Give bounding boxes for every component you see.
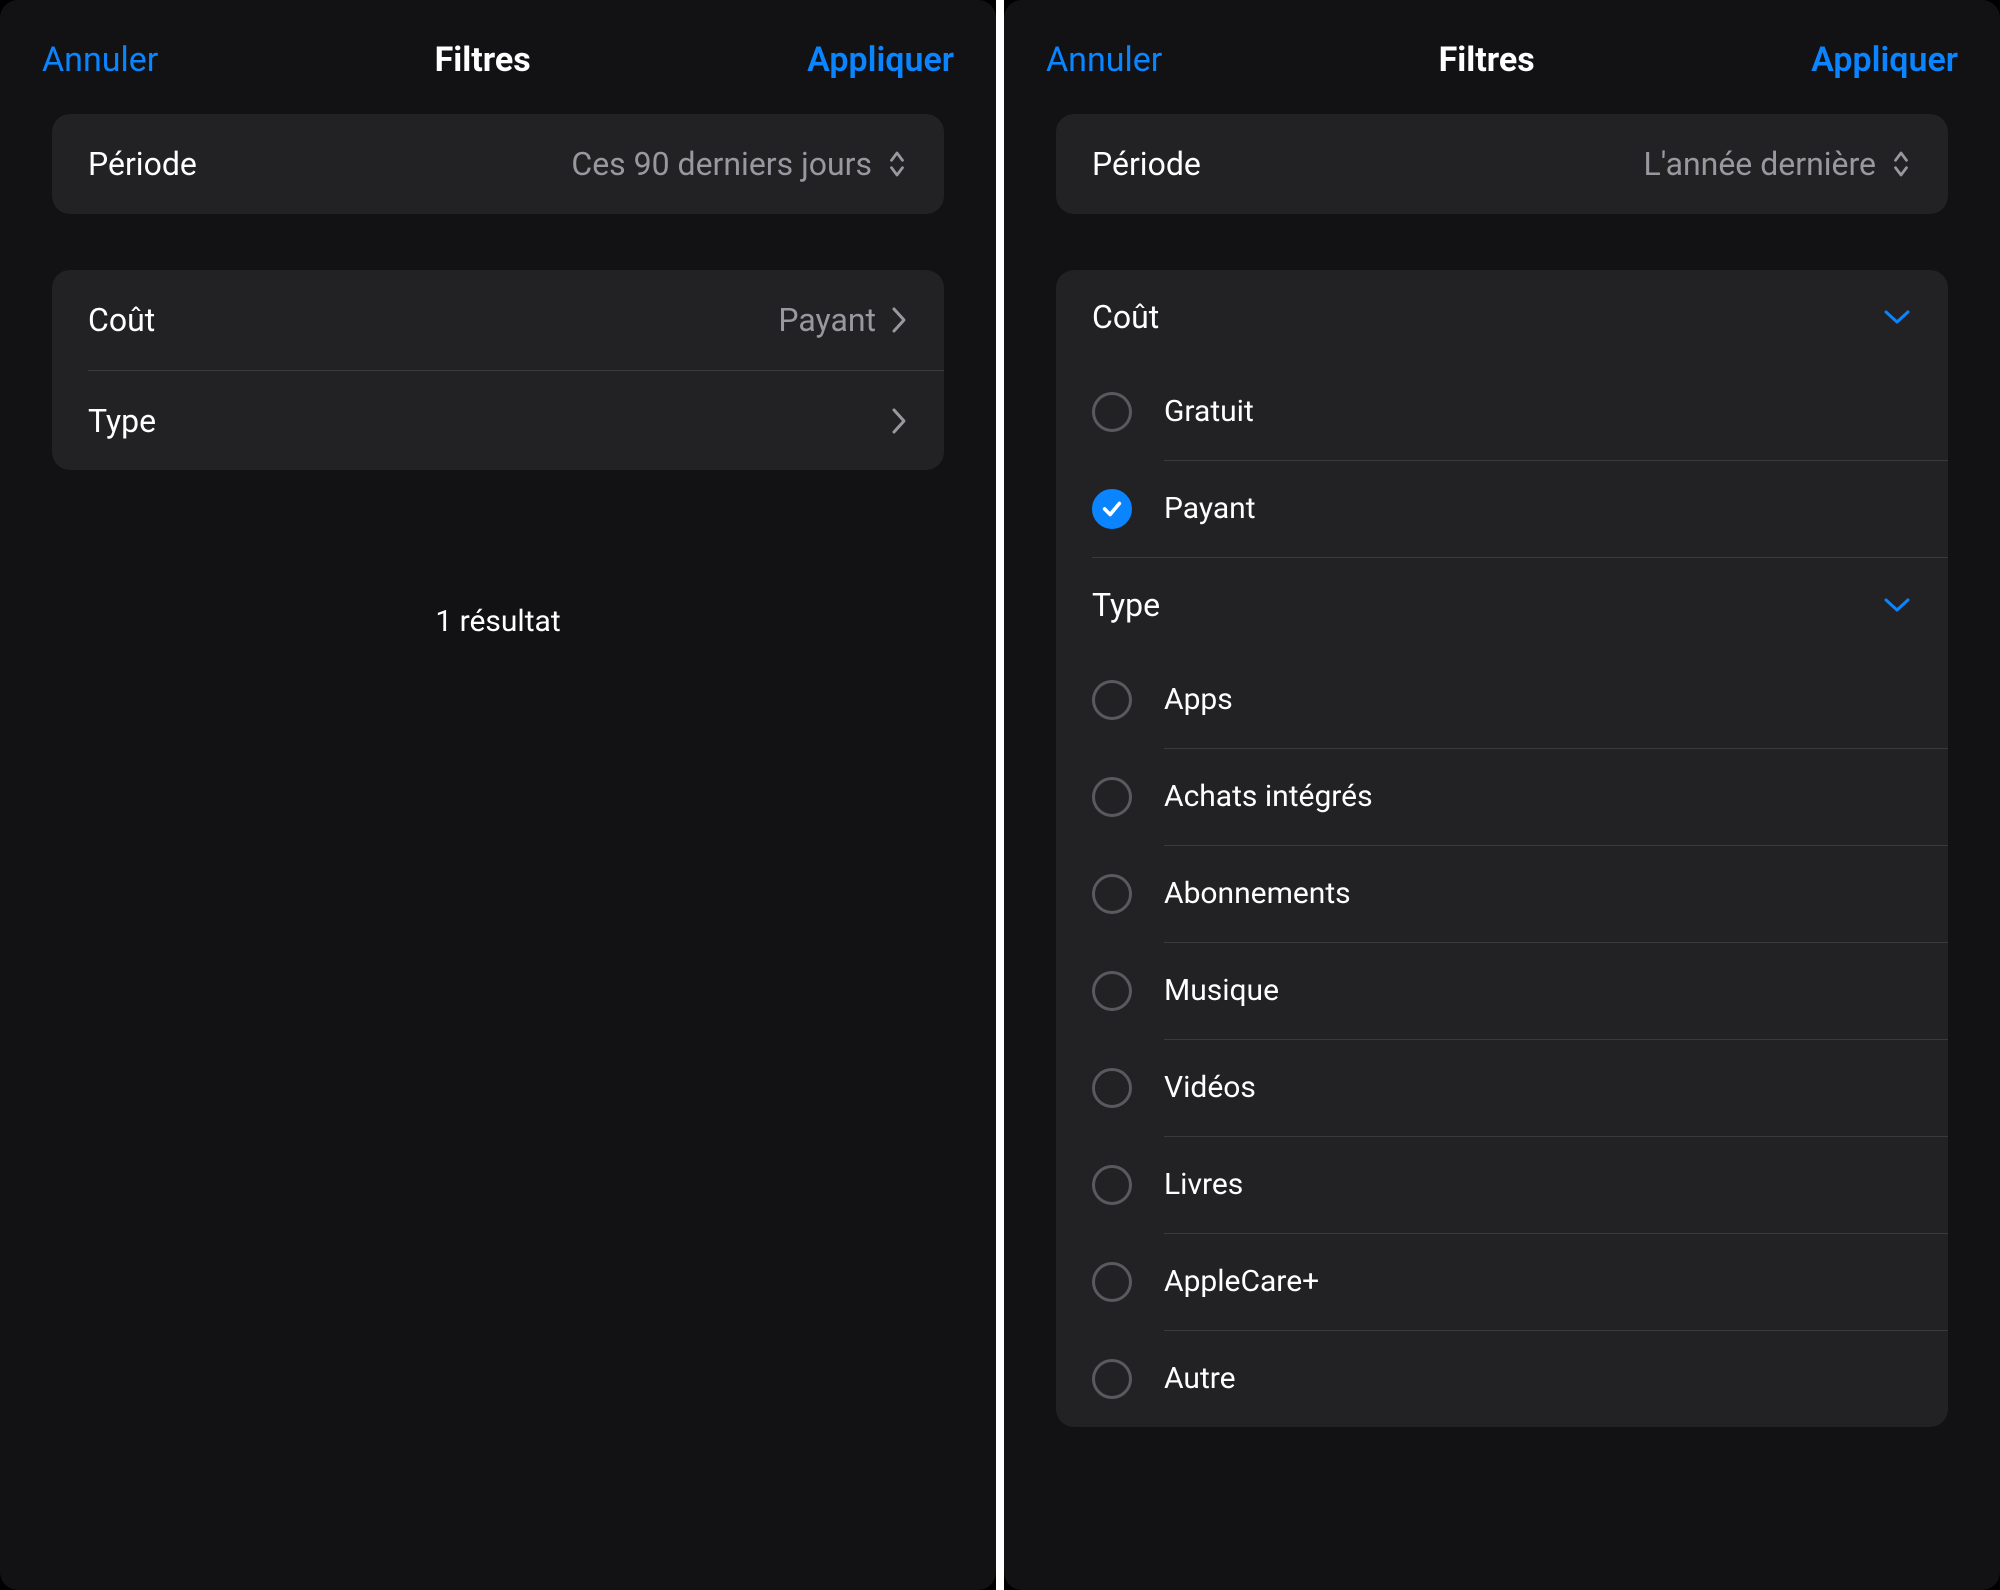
type-option-label: Abonnements — [1164, 876, 1912, 913]
cancel-button[interactable]: Annuler — [1046, 40, 1162, 80]
type-option[interactable]: Vidéos — [1056, 1040, 1948, 1136]
type-label: Type — [88, 402, 156, 440]
type-option[interactable]: Abonnements — [1056, 846, 1948, 942]
cost-type-card: Coût Payant Type — [52, 270, 944, 470]
type-option-label: Achats intégrés — [1164, 779, 1912, 816]
type-option[interactable]: AppleCare+ — [1056, 1234, 1948, 1330]
radio-unselected-icon — [1092, 1262, 1132, 1302]
cost-type-expanded-card: Coût GratuitPayant Type AppsAchats in — [1056, 270, 1948, 1427]
apply-button[interactable]: Appliquer — [807, 40, 954, 80]
header-bar: Annuler Filtres Appliquer — [1004, 0, 2000, 114]
chevron-down-icon — [1882, 595, 1912, 615]
radio-unselected-icon — [1092, 1359, 1132, 1399]
radio-unselected-icon — [1092, 680, 1132, 720]
cost-option-label: Payant — [1164, 491, 1912, 528]
page-title: Filtres — [1439, 40, 1535, 80]
radio-unselected-icon — [1092, 874, 1132, 914]
type-row[interactable]: Type — [88, 370, 944, 470]
period-value: Ces 90 derniers jours — [571, 145, 872, 183]
filter-pane-expanded: Annuler Filtres Appliquer Période L'anné… — [1004, 0, 2000, 1590]
type-option-label: Vidéos — [1164, 1070, 1912, 1107]
type-option[interactable]: Autre — [1056, 1331, 1948, 1427]
type-option-label: Livres — [1164, 1167, 1912, 1204]
type-option-label: Apps — [1164, 682, 1912, 719]
radio-unselected-icon — [1092, 777, 1132, 817]
apply-button[interactable]: Appliquer — [1811, 40, 1958, 80]
chevron-right-icon — [890, 406, 908, 436]
period-selector[interactable]: Période Ces 90 derniers jours — [52, 114, 944, 214]
radio-unselected-icon — [1092, 1068, 1132, 1108]
radio-selected-icon — [1092, 489, 1132, 529]
type-label: Type — [1092, 586, 1160, 624]
type-option-label: Autre — [1164, 1361, 1912, 1398]
cost-value: Payant — [778, 301, 876, 339]
updown-chevron-icon — [1890, 149, 1912, 179]
type-option[interactable]: Livres — [1056, 1137, 1948, 1233]
type-option[interactable]: Achats intégrés — [1056, 749, 1948, 845]
radio-unselected-icon — [1092, 1165, 1132, 1205]
type-section-header[interactable]: Type — [1056, 558, 1948, 652]
cost-label: Coût — [88, 301, 155, 339]
header-bar: Annuler Filtres Appliquer — [0, 0, 996, 114]
radio-unselected-icon — [1092, 392, 1132, 432]
chevron-right-icon — [890, 305, 908, 335]
type-option-label: Musique — [1164, 973, 1912, 1010]
type-option[interactable]: Musique — [1056, 943, 1948, 1039]
period-card: Période Ces 90 derniers jours — [52, 114, 944, 214]
cost-label: Coût — [1092, 298, 1159, 336]
type-option[interactable]: Apps — [1056, 652, 1948, 748]
cost-option-label: Gratuit — [1164, 394, 1912, 431]
cancel-button[interactable]: Annuler — [42, 40, 158, 80]
cost-section-header[interactable]: Coût — [1056, 270, 1948, 364]
filter-pane-collapsed: Annuler Filtres Appliquer Période Ces 90… — [0, 0, 996, 1590]
type-option-label: AppleCare+ — [1164, 1264, 1912, 1301]
page-title: Filtres — [435, 40, 531, 80]
period-card: Période L'année dernière — [1056, 114, 1948, 214]
updown-chevron-icon — [886, 149, 908, 179]
cost-row[interactable]: Coût Payant — [52, 270, 944, 370]
period-label: Période — [88, 145, 197, 183]
radio-unselected-icon — [1092, 971, 1132, 1011]
chevron-down-icon — [1882, 307, 1912, 327]
period-label: Période — [1092, 145, 1201, 183]
cost-option[interactable]: Gratuit — [1056, 364, 1948, 460]
period-value: L'année dernière — [1644, 145, 1876, 183]
result-count: 1 résultat — [52, 604, 944, 639]
pane-divider — [996, 0, 1004, 1590]
period-selector[interactable]: Période L'année dernière — [1056, 114, 1948, 214]
cost-option[interactable]: Payant — [1056, 461, 1948, 557]
